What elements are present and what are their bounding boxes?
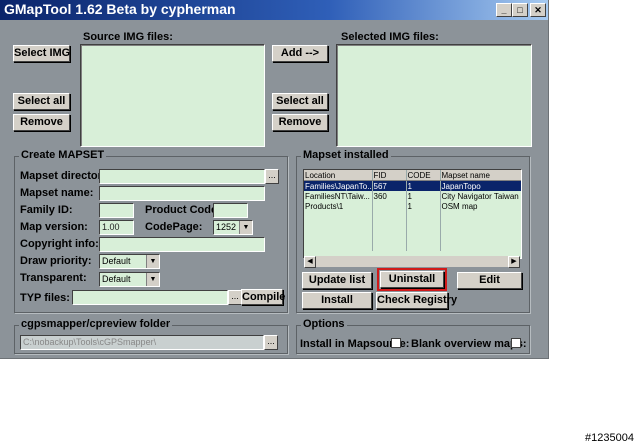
column-header[interactable]: CODE <box>406 170 441 181</box>
table-cell: OSM map <box>440 201 521 211</box>
table-header-row: Location FID CODE Mapset name <box>304 170 521 181</box>
table-cell <box>372 201 407 211</box>
compile-button[interactable]: Compile <box>241 289 285 305</box>
chevron-down-icon[interactable]: ▼ <box>146 273 159 286</box>
transparent-value: Default <box>102 274 131 284</box>
transparent-select[interactable]: Default ▼ <box>99 272 160 287</box>
table-cell: 1 <box>406 180 441 191</box>
copyright-field[interactable] <box>99 237 265 252</box>
table-row <box>304 231 521 241</box>
install-in-mapsource-checkbox[interactable] <box>391 338 401 348</box>
update-list-button[interactable]: Update list <box>302 272 372 289</box>
table-row[interactable]: FamiliesNT\Taiw... 360 1 City Navigator … <box>304 191 521 201</box>
product-code-field[interactable] <box>213 203 248 218</box>
selected-remove-button[interactable]: Remove <box>272 114 328 131</box>
table-row <box>304 211 521 221</box>
uninstall-button[interactable]: Uninstall <box>377 268 447 291</box>
typ-files-browse-button[interactable]: ... <box>228 290 242 305</box>
add-button[interactable]: Add --> <box>272 45 328 62</box>
draw-priority-select[interactable]: Default ▼ <box>99 254 160 269</box>
table-cell: FamiliesNT\Taiw... <box>304 191 373 201</box>
codepage-select[interactable]: 1252 ▼ <box>213 220 253 235</box>
edit-button[interactable]: Edit <box>457 272 522 289</box>
family-id-field[interactable] <box>99 203 134 218</box>
source-header: Source IMG files: <box>83 31 173 43</box>
column-header[interactable]: Location <box>304 170 373 181</box>
scroll-left-icon[interactable]: ◀ <box>304 256 316 268</box>
table-cell: 567 <box>372 180 407 191</box>
source-select-all-button[interactable]: Select all <box>13 93 70 110</box>
table-horizontal-scrollbar[interactable]: ◀ ▶ <box>304 256 520 268</box>
cgpsmapper-path-field[interactable]: C:\nobackup\Tools\cGPSmapper\ <box>20 335 264 350</box>
table-cell: 1 <box>406 191 441 201</box>
watermark-text: #1235004 <box>585 432 634 444</box>
column-header[interactable]: Mapset name <box>440 170 521 181</box>
minimize-icon[interactable]: _ <box>496 3 512 17</box>
install-button[interactable]: Install <box>302 292 372 309</box>
table-cell: Families\JapanTo... <box>304 180 373 191</box>
column-header[interactable]: FID <box>372 170 407 181</box>
create-mapset-title: Create MAPSET <box>19 149 107 161</box>
family-id-label: Family ID: <box>20 204 73 216</box>
table-row[interactable]: Products\1 1 OSM map <box>304 201 521 211</box>
table-cell: 1 <box>406 201 441 211</box>
options-title: Options <box>301 318 347 330</box>
source-img-list[interactable] <box>80 44 265 147</box>
draw-priority-value: Default <box>102 256 131 266</box>
product-code-label: Product Code: <box>145 204 221 216</box>
window-title: GMapTool 1.62 Beta by cypherman <box>4 1 236 17</box>
blank-overview-checkbox[interactable] <box>511 338 521 348</box>
cgpsmapper-browse-button[interactable]: ... <box>264 335 278 350</box>
mapset-name-field[interactable] <box>99 186 265 201</box>
transparent-label: Transparent: <box>20 272 87 284</box>
mapset-directory-field[interactable] <box>99 169 265 184</box>
select-img-button[interactable]: Select IMG <box>13 45 70 62</box>
maximize-icon[interactable]: □ <box>512 3 528 17</box>
check-registry-button[interactable]: Check Registry <box>376 292 457 309</box>
close-icon[interactable]: ✕ <box>530 3 546 17</box>
table-row <box>304 221 521 231</box>
codepage-label: CodePage: <box>145 221 203 233</box>
table-cell: City Navigator Taiwan N <box>440 191 521 201</box>
table-cell: 360 <box>372 191 407 201</box>
chevron-down-icon[interactable]: ▼ <box>146 255 159 268</box>
mapset-directory-browse-button[interactable]: ... <box>265 169 279 184</box>
table-cell: JapanTopo <box>440 180 521 191</box>
mapset-directory-label: Mapset directory: <box>20 170 112 182</box>
mapset-name-label: Mapset name: <box>20 187 94 199</box>
map-version-field[interactable]: 1.00 <box>99 220 134 235</box>
codepage-value: 1252 <box>216 222 237 232</box>
typ-files-field[interactable] <box>72 290 228 305</box>
table-cell: Products\1 <box>304 201 373 211</box>
scroll-right-icon[interactable]: ▶ <box>508 256 520 268</box>
table-row <box>304 241 521 251</box>
selected-img-list[interactable] <box>336 44 532 147</box>
copyright-label: Copyright info: <box>20 238 99 250</box>
selected-header: Selected IMG files: <box>341 31 439 43</box>
typ-files-label: TYP files: <box>20 292 70 304</box>
chevron-down-icon[interactable]: ▼ <box>239 221 252 234</box>
selected-select-all-button[interactable]: Select all <box>272 93 328 110</box>
mapset-installed-title: Mapset installed <box>301 149 391 161</box>
title-bar[interactable]: GMapTool 1.62 Beta by cypherman _ □ ✕ <box>0 0 548 20</box>
mapset-table[interactable]: Location FID CODE Mapset name Families\J… <box>303 169 522 259</box>
map-version-label: Map version: <box>20 221 88 233</box>
draw-priority-label: Draw priority: <box>20 255 92 267</box>
table-row[interactable]: Families\JapanTo... 567 1 JapanTopo <box>304 180 521 191</box>
source-remove-button[interactable]: Remove <box>13 114 70 131</box>
blank-overview-label: Blank overview maps: <box>411 338 527 350</box>
main-window: GMapTool 1.62 Beta by cypherman _ □ ✕ So… <box>0 0 549 359</box>
cgpsmapper-title: cgpsmapper/cpreview folder <box>19 318 173 330</box>
